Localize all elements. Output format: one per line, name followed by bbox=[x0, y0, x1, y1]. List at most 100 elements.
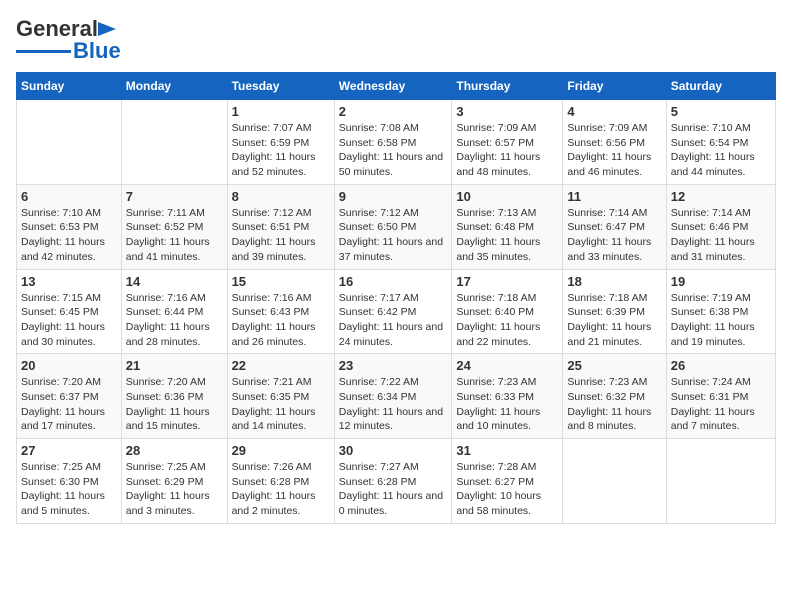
day-number: 23 bbox=[339, 358, 448, 373]
calendar-cell: 20 Sunrise: 7:20 AMSunset: 6:37 PMDayligh… bbox=[17, 354, 122, 439]
day-info: Sunrise: 7:24 AMSunset: 6:31 PMDaylight:… bbox=[671, 375, 771, 434]
day-number: 4 bbox=[567, 104, 661, 119]
day-number: 11 bbox=[567, 189, 661, 204]
calendar-cell: 17 Sunrise: 7:18 AMSunset: 6:40 PMDayligh… bbox=[452, 269, 563, 354]
calendar-header-sunday: Sunday bbox=[17, 73, 122, 100]
day-info: Sunrise: 7:09 AMSunset: 6:57 PMDaylight:… bbox=[456, 121, 558, 180]
day-info: Sunrise: 7:15 AMSunset: 6:45 PMDaylight:… bbox=[21, 291, 117, 350]
calendar-cell: 7Sunrise: 7:11 AMSunset: 6:52 PMDaylight… bbox=[121, 184, 227, 269]
calendar-cell: 29Sunrise: 7:26 AMSunset: 6:28 PMDayligh… bbox=[227, 439, 334, 524]
day-number: 13 bbox=[21, 274, 117, 289]
day-info: Sunrise: 7:23 AMSunset: 6:32 PMDaylight:… bbox=[567, 375, 661, 434]
day-number: 24 bbox=[456, 358, 558, 373]
calendar-cell: 24 Sunrise: 7:23 AMSunset: 6:33 PMDayligh… bbox=[452, 354, 563, 439]
calendar-cell: 5 Sunrise: 7:10 AMSunset: 6:54 PMDaylight… bbox=[666, 100, 775, 185]
calendar-week-row: 13 Sunrise: 7:15 AMSunset: 6:45 PMDayligh… bbox=[17, 269, 776, 354]
day-info: Sunrise: 7:17 AMSunset: 6:42 PMDaylight:… bbox=[339, 291, 448, 350]
calendar-cell bbox=[563, 439, 666, 524]
day-info: Sunrise: 7:25 AMSunset: 6:30 PMDaylight:… bbox=[21, 460, 117, 519]
logo: General Blue bbox=[16, 16, 121, 64]
day-info: Sunrise: 7:08 AMSunset: 6:58 PMDaylight:… bbox=[339, 121, 448, 180]
calendar-cell: 15 Sunrise: 7:16 AMSunset: 6:43 PMDayligh… bbox=[227, 269, 334, 354]
page-header: General Blue bbox=[16, 16, 776, 64]
day-info: Sunrise: 7:10 AMSunset: 6:53 PMDaylight:… bbox=[21, 206, 117, 265]
calendar-cell: 2 Sunrise: 7:08 AMSunset: 6:58 PMDaylight… bbox=[334, 100, 452, 185]
calendar-cell: 10 Sunrise: 7:13 AMSunset: 6:48 PMDayligh… bbox=[452, 184, 563, 269]
calendar-cell: 25 Sunrise: 7:23 AMSunset: 6:32 PMDayligh… bbox=[563, 354, 666, 439]
day-number: 6 bbox=[21, 189, 117, 204]
day-number: 15 bbox=[232, 274, 330, 289]
calendar-header-thursday: Thursday bbox=[452, 73, 563, 100]
calendar-cell: 31 Sunrise: 7:28 AMSunset: 6:27 PMDayligh… bbox=[452, 439, 563, 524]
day-number: 25 bbox=[567, 358, 661, 373]
day-info: Sunrise: 7:28 AMSunset: 6:27 PMDaylight:… bbox=[456, 460, 558, 519]
day-info: Sunrise: 7:16 AMSunset: 6:43 PMDaylight:… bbox=[232, 291, 330, 350]
calendar-cell: 9 Sunrise: 7:12 AMSunset: 6:50 PMDaylight… bbox=[334, 184, 452, 269]
day-number: 5 bbox=[671, 104, 771, 119]
calendar-cell bbox=[121, 100, 227, 185]
day-info: Sunrise: 7:18 AMSunset: 6:40 PMDaylight:… bbox=[456, 291, 558, 350]
day-number: 16 bbox=[339, 274, 448, 289]
day-number: 2 bbox=[339, 104, 448, 119]
day-info: Sunrise: 7:14 AMSunset: 6:46 PMDaylight:… bbox=[671, 206, 771, 265]
calendar-cell: 13 Sunrise: 7:15 AMSunset: 6:45 PMDayligh… bbox=[17, 269, 122, 354]
day-number: 21 bbox=[126, 358, 223, 373]
calendar-header-wednesday: Wednesday bbox=[334, 73, 452, 100]
day-info: Sunrise: 7:20 AMSunset: 6:36 PMDaylight:… bbox=[126, 375, 223, 434]
day-info: Sunrise: 7:14 AMSunset: 6:47 PMDaylight:… bbox=[567, 206, 661, 265]
logo-arrow-icon bbox=[98, 20, 118, 38]
calendar-cell: 27Sunrise: 7:25 AMSunset: 6:30 PMDayligh… bbox=[17, 439, 122, 524]
calendar-cell: 14 Sunrise: 7:16 AMSunset: 6:44 PMDayligh… bbox=[121, 269, 227, 354]
day-number: 28 bbox=[126, 443, 223, 458]
day-number: 8 bbox=[232, 189, 330, 204]
calendar-cell: 6 Sunrise: 7:10 AMSunset: 6:53 PMDaylight… bbox=[17, 184, 122, 269]
calendar-cell: 3 Sunrise: 7:09 AMSunset: 6:57 PMDaylight… bbox=[452, 100, 563, 185]
day-info: Sunrise: 7:13 AMSunset: 6:48 PMDaylight:… bbox=[456, 206, 558, 265]
day-info: Sunrise: 7:20 AMSunset: 6:37 PMDaylight:… bbox=[21, 375, 117, 434]
day-info: Sunrise: 7:21 AMSunset: 6:35 PMDaylight:… bbox=[232, 375, 330, 434]
day-info: Sunrise: 7:10 AMSunset: 6:54 PMDaylight:… bbox=[671, 121, 771, 180]
calendar-cell: 28 Sunrise: 7:25 AMSunset: 6:29 PMDayligh… bbox=[121, 439, 227, 524]
calendar-header-row: SundayMondayTuesdayWednesdayThursdayFrid… bbox=[17, 73, 776, 100]
day-number: 20 bbox=[21, 358, 117, 373]
calendar-cell: 12 Sunrise: 7:14 AMSunset: 6:46 PMDayligh… bbox=[666, 184, 775, 269]
calendar-cell: 8Sunrise: 7:12 AMSunset: 6:51 PMDaylight… bbox=[227, 184, 334, 269]
calendar-cell: 11 Sunrise: 7:14 AMSunset: 6:47 PMDayligh… bbox=[563, 184, 666, 269]
calendar-cell: 19Sunrise: 7:19 AMSunset: 6:38 PMDayligh… bbox=[666, 269, 775, 354]
day-number: 1 bbox=[232, 104, 330, 119]
day-number: 14 bbox=[126, 274, 223, 289]
day-number: 30 bbox=[339, 443, 448, 458]
day-info: Sunrise: 7:25 AMSunset: 6:29 PMDaylight:… bbox=[126, 460, 223, 519]
day-number: 10 bbox=[456, 189, 558, 204]
calendar-header-tuesday: Tuesday bbox=[227, 73, 334, 100]
calendar-header-friday: Friday bbox=[563, 73, 666, 100]
day-number: 26 bbox=[671, 358, 771, 373]
calendar-cell bbox=[17, 100, 122, 185]
day-info: Sunrise: 7:18 AMSunset: 6:39 PMDaylight:… bbox=[567, 291, 661, 350]
day-info: Sunrise: 7:22 AMSunset: 6:34 PMDaylight:… bbox=[339, 375, 448, 434]
day-info: Sunrise: 7:23 AMSunset: 6:33 PMDaylight:… bbox=[456, 375, 558, 434]
day-info: Sunrise: 7:09 AMSunset: 6:56 PMDaylight:… bbox=[567, 121, 661, 180]
day-info: Sunrise: 7:27 AMSunset: 6:28 PMDaylight:… bbox=[339, 460, 448, 519]
day-number: 7 bbox=[126, 189, 223, 204]
day-number: 22 bbox=[232, 358, 330, 373]
calendar-cell: 18 Sunrise: 7:18 AMSunset: 6:39 PMDayligh… bbox=[563, 269, 666, 354]
day-info: Sunrise: 7:12 AMSunset: 6:50 PMDaylight:… bbox=[339, 206, 448, 265]
day-number: 18 bbox=[567, 274, 661, 289]
day-info: Sunrise: 7:07 AMSunset: 6:59 PMDaylight:… bbox=[232, 121, 330, 180]
day-number: 17 bbox=[456, 274, 558, 289]
day-info: Sunrise: 7:16 AMSunset: 6:44 PMDaylight:… bbox=[126, 291, 223, 350]
calendar-week-row: 27Sunrise: 7:25 AMSunset: 6:30 PMDayligh… bbox=[17, 439, 776, 524]
calendar-cell: 23 Sunrise: 7:22 AMSunset: 6:34 PMDayligh… bbox=[334, 354, 452, 439]
calendar-week-row: 20 Sunrise: 7:20 AMSunset: 6:37 PMDayligh… bbox=[17, 354, 776, 439]
calendar-cell bbox=[666, 439, 775, 524]
logo-blue: Blue bbox=[73, 38, 121, 64]
day-number: 9 bbox=[339, 189, 448, 204]
day-number: 29 bbox=[232, 443, 330, 458]
day-number: 19 bbox=[671, 274, 771, 289]
day-number: 12 bbox=[671, 189, 771, 204]
day-number: 3 bbox=[456, 104, 558, 119]
day-number: 31 bbox=[456, 443, 558, 458]
calendar-week-row: 1 Sunrise: 7:07 AMSunset: 6:59 PMDaylight… bbox=[17, 100, 776, 185]
calendar-cell: 21 Sunrise: 7:20 AMSunset: 6:36 PMDayligh… bbox=[121, 354, 227, 439]
